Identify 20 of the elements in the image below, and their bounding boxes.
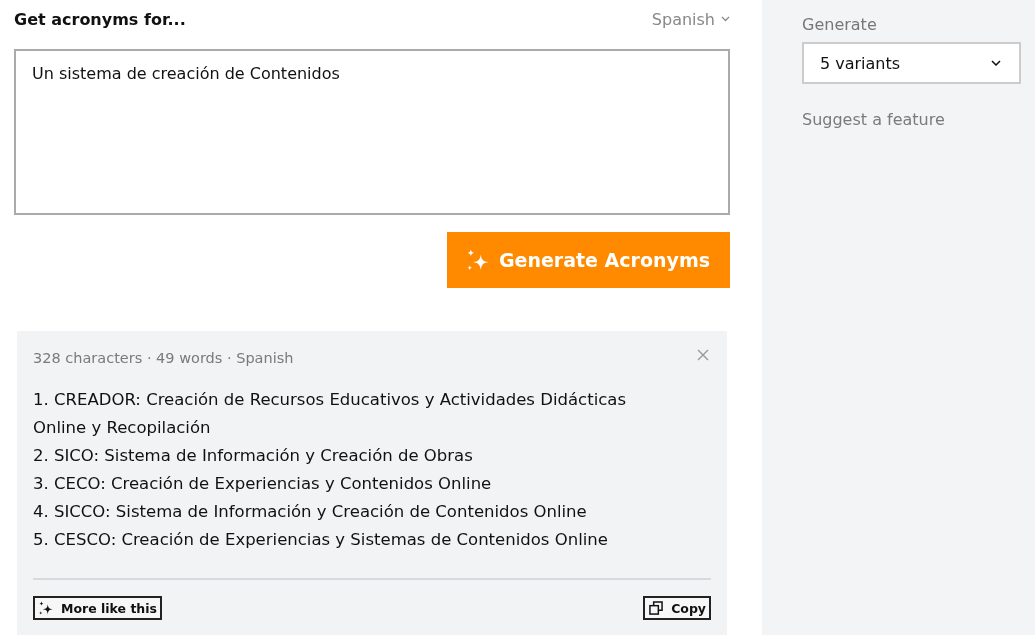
text-input-area[interactable]: Un sistema de creación de Contenidos xyxy=(14,49,730,215)
page-title: Get acronyms for... xyxy=(14,9,186,29)
copy-icon xyxy=(649,601,664,615)
suggest-feature-link[interactable]: Suggest a feature xyxy=(802,110,1021,129)
copy-button[interactable]: Copy xyxy=(643,596,711,620)
chevron-down-icon xyxy=(721,16,730,22)
variants-select[interactable]: 5 variants xyxy=(802,42,1021,84)
chevron-down-icon xyxy=(991,60,1001,66)
sparkle-icon xyxy=(466,249,489,271)
acronym-result: 2. SICO: Sistema de Información y Creación de Obras xyxy=(33,445,474,467)
acronym-result: 4. SICCO: Sistema de Información y Creación de Contenidos Online xyxy=(33,501,588,523)
language-dropdown[interactable]: Spanish xyxy=(651,9,730,29)
acronym-result: 1. CREADOR: Creación de Recursos Educativos y Actividades Didácticas Online y Recopilación xyxy=(33,389,627,439)
generate-label: Generate xyxy=(802,14,878,36)
acronym-result: 3. CECO: Creación de Experiencias y Contenidos Online xyxy=(33,473,493,495)
close-icon[interactable] xyxy=(697,349,709,361)
acronym-result: 5. CESCO: Creación de Experiencias y Sistemas de Contenidos Online xyxy=(33,529,609,551)
more-like-this-button[interactable]: More like this xyxy=(33,596,162,620)
sparkle-icon xyxy=(39,601,53,615)
result-stats: 328 characters · 49 words · Spanish xyxy=(33,349,294,368)
